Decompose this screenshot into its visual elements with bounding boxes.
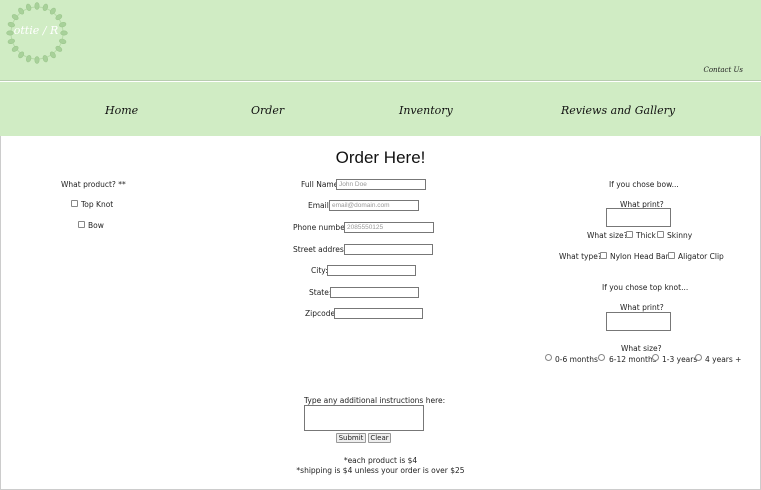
size-1-3-years-label: 1-3 years xyxy=(662,355,698,364)
size-4-years-plus-radio[interactable] xyxy=(695,354,702,361)
size-0-6-months-label: 0-6 months xyxy=(555,355,598,364)
zipcode-label: Zipcode: xyxy=(305,309,338,318)
page-title: Order Here! xyxy=(335,148,426,167)
size-6-12-months-label: 6-12 months xyxy=(609,355,657,364)
price-note: *each product is $4 xyxy=(343,456,418,465)
nylon-head-band-checkbox[interactable] xyxy=(600,252,607,259)
topknot-section-heading: If you chose top knot... xyxy=(602,283,689,292)
submit-button[interactable]: Submit xyxy=(336,433,366,443)
product-label: What product? ** xyxy=(61,180,126,189)
size-0-6-months-radio[interactable] xyxy=(545,354,552,361)
site-header: ottie / R Contact Us xyxy=(0,0,761,81)
topknot-print-textarea[interactable] xyxy=(606,312,671,331)
nav-inventory[interactable]: Inventory xyxy=(399,104,453,117)
nav-order[interactable]: Order xyxy=(251,104,284,117)
bow-size-label: What size? xyxy=(587,231,628,240)
bow-checkbox[interactable] xyxy=(78,221,85,228)
thick-checkbox[interactable] xyxy=(626,231,633,238)
state-label: State: xyxy=(309,288,332,297)
topknot-print-label: What print? xyxy=(620,303,664,312)
size-6-12-months-radio[interactable] xyxy=(598,354,605,361)
shipping-note: *shipping is $4 unless your order is ove… xyxy=(296,466,465,475)
zipcode-input[interactable] xyxy=(334,308,423,319)
bow-type-label: What type? xyxy=(559,252,602,261)
full-name-label: Full Name: xyxy=(301,180,341,189)
phone-input[interactable]: 2085550125 xyxy=(344,222,434,233)
street-label: Street address: xyxy=(293,245,351,254)
main-nav: Home Order Inventory Reviews and Gallery xyxy=(0,82,761,136)
skinny-checkbox[interactable] xyxy=(657,231,664,238)
street-input[interactable] xyxy=(344,244,433,255)
topknot-size-label: What size? xyxy=(621,344,662,353)
aligator-clip-label: Aligator Clip xyxy=(678,252,724,261)
instructions-label: Type any additional instructions here: xyxy=(304,396,446,405)
clear-button[interactable]: Clear xyxy=(368,433,391,443)
top-knot-checkbox[interactable] xyxy=(71,200,78,207)
full-name-input[interactable]: John Doe xyxy=(336,179,426,190)
instructions-textarea[interactable] xyxy=(304,405,424,431)
nylon-head-band-label: Nylon Head Band xyxy=(610,252,676,261)
bow-print-textarea[interactable] xyxy=(606,208,671,227)
skinny-label: Skinny xyxy=(667,231,693,240)
email-input[interactable]: email@domain.com xyxy=(329,200,419,211)
email-label: Email: xyxy=(308,201,332,210)
nav-home[interactable]: Home xyxy=(105,104,138,117)
bow-label: Bow xyxy=(88,221,104,230)
state-input[interactable] xyxy=(330,287,419,298)
size-4-years-plus-label: 4 years + xyxy=(705,355,742,364)
size-1-3-years-radio[interactable] xyxy=(652,354,659,361)
bow-section-heading: If you chose bow... xyxy=(609,180,679,189)
city-input[interactable] xyxy=(327,265,416,276)
nav-reviews-gallery[interactable]: Reviews and Gallery xyxy=(561,104,675,117)
aligator-clip-checkbox[interactable] xyxy=(668,252,675,259)
contact-us-link[interactable]: Contact Us xyxy=(703,66,743,74)
logo-text: ottie / R xyxy=(13,24,59,37)
phone-label: Phone number: xyxy=(293,223,351,232)
thick-label: Thick xyxy=(636,231,656,240)
top-knot-label: Top Knot xyxy=(81,200,114,209)
city-label: City: xyxy=(311,266,328,275)
